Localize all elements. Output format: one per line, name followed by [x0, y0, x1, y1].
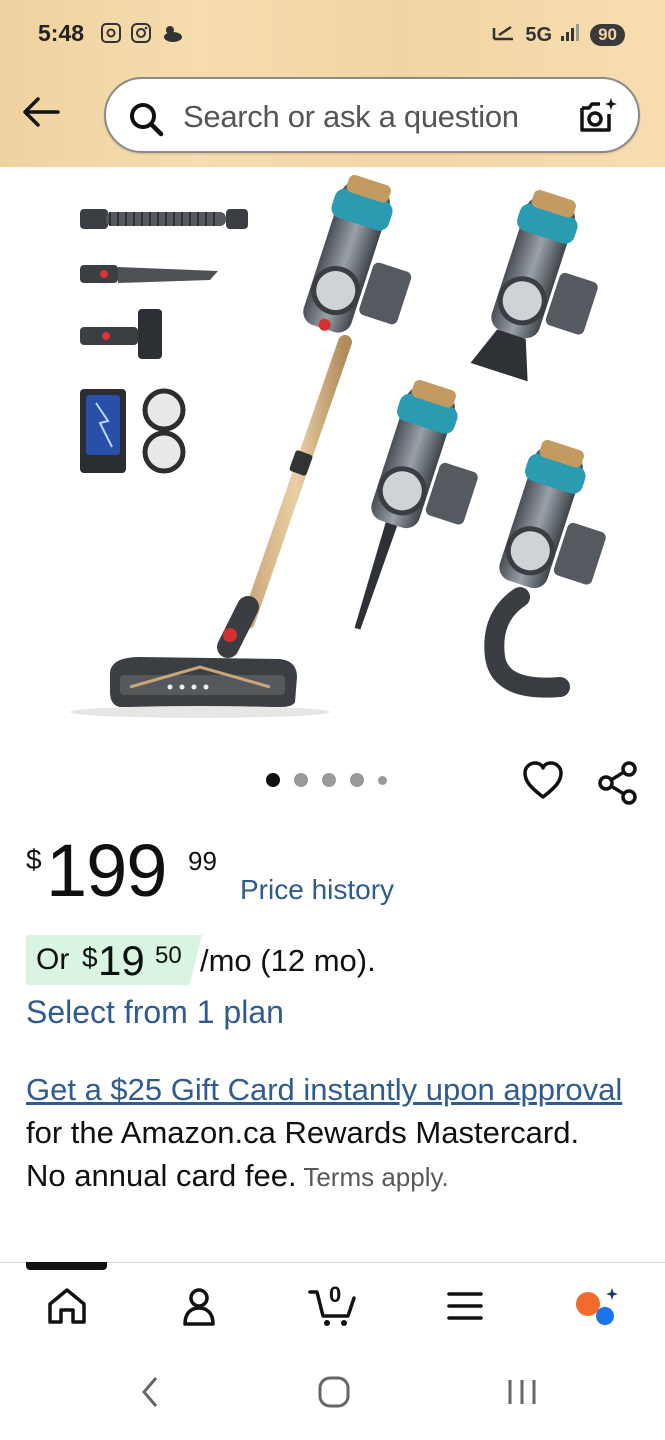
gift-card-offer-link[interactable]: Get a $25 Gift Card instantly upon appro…	[26, 1072, 622, 1107]
active-tab-indicator	[26, 1262, 107, 1270]
price-whole: 199	[46, 829, 167, 912]
carousel-dot[interactable]	[322, 773, 336, 787]
tab-home[interactable]	[45, 1284, 89, 1333]
tab-menu[interactable]	[443, 1284, 487, 1333]
search-bar[interactable]: Search or ask a question	[104, 77, 640, 153]
menu-icon	[447, 1292, 483, 1320]
carousel-dot[interactable]	[350, 773, 364, 787]
carousel-dot[interactable]	[266, 773, 280, 787]
terms-apply-link[interactable]: Terms apply.	[297, 1162, 448, 1192]
network-label: 5G	[525, 23, 553, 46]
select-plan-link[interactable]: Select from 1 plan	[26, 994, 284, 1031]
arrow-left-icon	[23, 97, 60, 127]
chevron-left-icon	[142, 1377, 158, 1407]
image-carousel-indicator[interactable]	[266, 773, 387, 787]
monthly-whole: 19	[98, 937, 145, 984]
search-input[interactable]: Search or ask a question	[183, 99, 519, 135]
screenshot-icon	[100, 22, 122, 49]
monthly-cents: 50	[155, 942, 182, 969]
monthly-term: /mo (12 mo).	[200, 943, 376, 978]
search-icon	[126, 99, 166, 144]
account-icon	[183, 1288, 215, 1326]
rufus-icon	[576, 1288, 618, 1325]
carousel-dot[interactable]	[378, 775, 387, 785]
vacuum-product-illustration	[70, 174, 606, 718]
tab-rufus[interactable]	[572, 1284, 624, 1333]
signal-icon	[560, 22, 582, 48]
home-outline-icon	[318, 1376, 350, 1408]
clock: 5:48	[38, 20, 85, 46]
heart-icon	[523, 761, 563, 799]
price-history-link[interactable]: Price history	[240, 874, 394, 906]
data-saver-icon	[491, 22, 517, 48]
system-back-button[interactable]	[136, 1372, 164, 1417]
price-cents: 99	[188, 846, 217, 876]
back-button[interactable]	[20, 92, 64, 132]
recents-icon	[508, 1380, 536, 1404]
instagram-icon	[130, 22, 152, 49]
share-icon	[598, 761, 637, 805]
system-recents-button[interactable]	[504, 1372, 540, 1417]
product-image[interactable]	[0, 167, 665, 730]
wishlist-button[interactable]	[522, 760, 564, 807]
home-icon	[48, 1288, 86, 1324]
tab-cart[interactable]: 0	[308, 1282, 360, 1333]
price-currency: $	[26, 844, 42, 875]
weather-icon	[160, 22, 184, 49]
share-button[interactable]	[597, 761, 639, 810]
status-bar: 5:48 5G 90	[0, 0, 665, 72]
carousel-dot[interactable]	[294, 773, 308, 787]
camera-search-icon[interactable]	[576, 94, 620, 143]
tab-account[interactable]	[177, 1284, 221, 1333]
monthly-currency: $	[82, 942, 98, 973]
system-home-button[interactable]	[316, 1372, 352, 1417]
cart-count: 0	[329, 1282, 342, 1307]
battery-indicator: 90	[590, 24, 625, 46]
monthly-or: Or	[36, 943, 70, 976]
credit-card-promo: Get a $25 Gift Card instantly upon appro…	[26, 1068, 626, 1199]
